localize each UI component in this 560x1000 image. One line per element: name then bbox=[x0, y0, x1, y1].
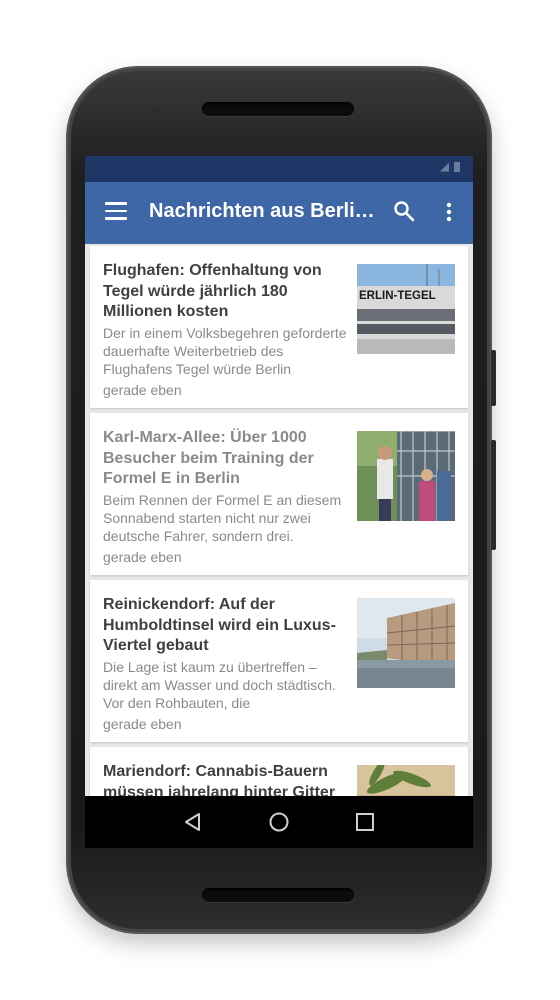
phone-screen: Nachrichten aus Berli… Flughafen: Offenh… bbox=[85, 156, 473, 848]
app-bar: Nachrichten aus Berli… bbox=[85, 182, 473, 244]
article-title[interactable]: Flughafen: Offenhaltung von Tegel würde … bbox=[103, 261, 343, 323]
search-icon[interactable] bbox=[393, 200, 415, 222]
signal-icon bbox=[440, 162, 449, 172]
system-nav-bar bbox=[85, 796, 473, 848]
article-title[interactable]: Reinickendorf: Auf der Humboldtinsel wir… bbox=[103, 595, 343, 657]
article-card[interactable]: Flughafen: Offenhaltung von Tegel würde … bbox=[90, 246, 468, 408]
article-thumbnail[interactable] bbox=[357, 598, 455, 688]
article-title[interactable]: Karl-Marx-Allee: Über 1000 Besucher beim… bbox=[103, 428, 343, 490]
tegel-sign-text: ERLIN-TEGEL bbox=[359, 290, 436, 302]
home-circle-icon[interactable] bbox=[268, 811, 290, 833]
article-teaser: Die Lage ist kaum zu übertreffen – direk… bbox=[103, 659, 336, 711]
article-time: gerade eben bbox=[103, 382, 182, 398]
hamburger-menu-icon[interactable] bbox=[105, 202, 127, 220]
back-triangle-icon[interactable] bbox=[182, 811, 204, 833]
article-teaser: Beim Rennen der Formel E an diesem Sonna… bbox=[103, 492, 342, 544]
top-speaker bbox=[202, 102, 354, 116]
article-card[interactable]: Reinickendorf: Auf der Humboldtinsel wir… bbox=[90, 580, 468, 742]
status-bar bbox=[85, 156, 473, 182]
news-feed: Flughafen: Offenhaltung von Tegel würde … bbox=[90, 246, 468, 848]
front-camera bbox=[152, 106, 159, 113]
battery-icon bbox=[454, 162, 460, 172]
more-vert-icon[interactable] bbox=[441, 201, 457, 223]
bottom-speaker bbox=[202, 888, 354, 902]
article-card[interactable]: Karl-Marx-Allee: Über 1000 Besucher beim… bbox=[90, 413, 468, 575]
article-time: gerade eben bbox=[103, 716, 182, 732]
volume-rocker bbox=[491, 440, 496, 550]
app-title: Nachrichten aus Berli… bbox=[149, 200, 375, 222]
article-teaser: Der in einem Volksbegehren geforderte da… bbox=[103, 325, 347, 377]
article-thumbnail[interactable]: ERLIN-TEGEL bbox=[357, 264, 455, 354]
recents-square-icon[interactable] bbox=[354, 811, 376, 833]
power-button bbox=[491, 350, 496, 406]
article-thumbnail[interactable] bbox=[357, 431, 455, 521]
article-time: gerade eben bbox=[103, 549, 182, 565]
